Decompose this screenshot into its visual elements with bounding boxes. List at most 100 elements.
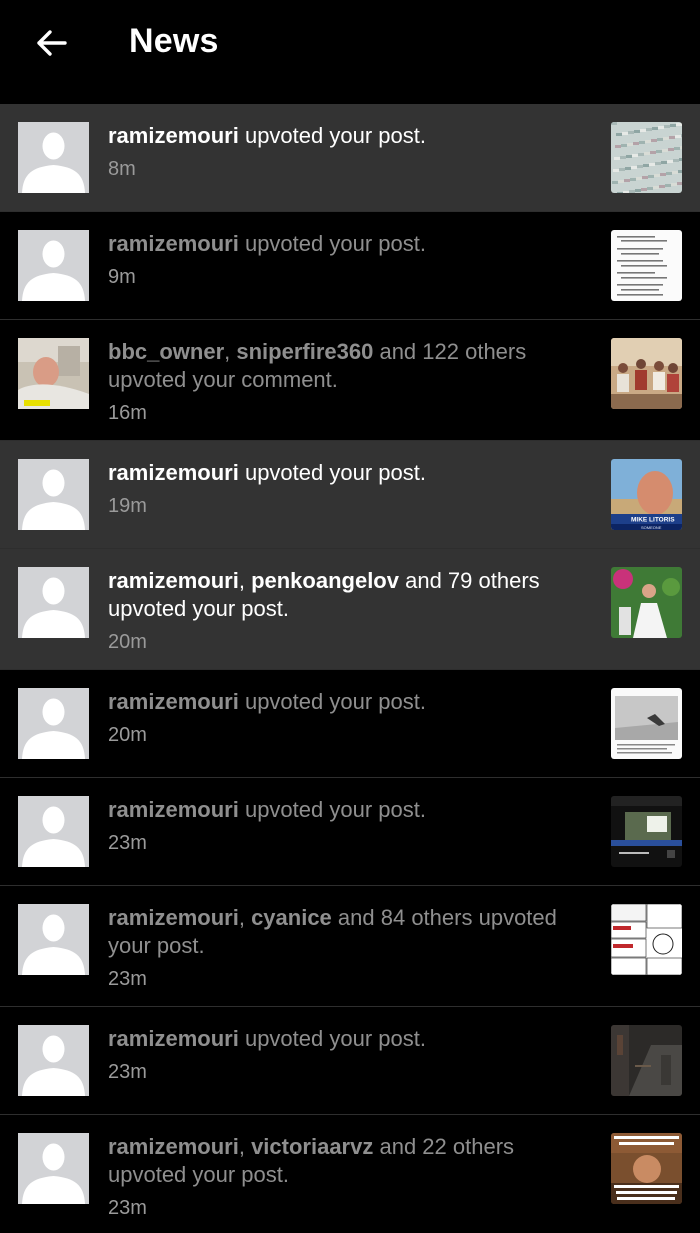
post-thumbnail[interactable] <box>611 1133 682 1204</box>
post-thumbnail-container[interactable] <box>611 904 682 975</box>
timestamp: 16m <box>108 402 147 424</box>
notification-text: ramizemouri upvoted your post. <box>108 230 578 258</box>
avatar[interactable] <box>18 796 89 867</box>
username[interactable]: ramizemouri <box>108 1026 239 1051</box>
action-text: upvoted your post. <box>108 1162 290 1187</box>
notification-row[interactable]: ramizemouri upvoted your post. 20m <box>0 670 700 778</box>
notification-text: ramizemouri upvoted your post. <box>108 688 578 716</box>
username[interactable]: ramizemouri <box>108 797 239 822</box>
timestamp: 20m <box>108 631 147 653</box>
post-thumbnail[interactable] <box>611 338 682 409</box>
action-text: upvoted your post. <box>244 797 426 822</box>
notification-row[interactable]: ramizemouri upvoted your post. 9m <box>0 212 700 320</box>
post-thumbnail-container[interactable] <box>611 1025 682 1096</box>
post-thumbnail-container[interactable] <box>611 796 682 867</box>
default-avatar-icon <box>18 688 89 759</box>
avatar[interactable] <box>18 688 89 759</box>
post-thumbnail[interactable] <box>611 1025 682 1096</box>
notification-content: ramizemouri upvoted your post. 9m <box>108 230 578 291</box>
notification-text: ramizemouri, cyanice and 84 others upvot… <box>108 905 557 958</box>
notification-text: ramizemouri, penkoangelov and 79 others … <box>108 568 540 621</box>
post-thumbnail[interactable] <box>611 230 682 301</box>
notification-content: ramizemouri upvoted your post. 8m <box>108 122 578 183</box>
timestamp: 19m <box>108 495 147 517</box>
post-thumbnail[interactable] <box>611 688 682 759</box>
post-thumbnail-container[interactable] <box>611 122 682 193</box>
notification-row[interactable]: ramizemouri, cyanice and 84 others upvot… <box>0 886 700 1007</box>
notification-content: ramizemouri, penkoangelov and 79 others … <box>108 567 578 656</box>
thumb-subcaption: SOMEONE <box>641 525 662 530</box>
post-thumbnail[interactable] <box>611 904 682 975</box>
notification-row[interactable]: ramizemouri upvoted your post. 8m <box>0 104 700 212</box>
notification-row[interactable]: ramizemouri, victoriaarvz and 22 others … <box>0 1115 700 1233</box>
post-thumbnail-container[interactable] <box>611 688 682 759</box>
avatar[interactable] <box>18 122 89 193</box>
username[interactable]: ramizemouri <box>108 568 239 593</box>
user-photo-icon <box>18 338 89 409</box>
timestamp: 23m <box>108 968 147 990</box>
action-text: upvoted your post. <box>244 123 426 148</box>
notification-text: ramizemouri, victoriaarvz and 22 others … <box>108 1134 515 1187</box>
action-text: upvoted your post. <box>244 231 426 256</box>
avatar[interactable] <box>18 459 89 530</box>
notification-row[interactable]: ramizemouri upvoted your post. 19m MIKE LI… <box>0 441 700 549</box>
notification-list: ramizemouri upvoted your post. 8m ramizemo… <box>0 104 700 1233</box>
default-avatar-icon <box>18 1025 89 1096</box>
post-thumbnail[interactable]: MIKE LITORISSOMEONE <box>611 459 682 530</box>
avatar[interactable] <box>18 1133 89 1204</box>
default-avatar-icon <box>18 122 89 193</box>
timestamp: 9m <box>108 266 136 288</box>
notification-content: ramizemouri, cyanice and 84 others upvot… <box>108 904 578 993</box>
action-text: upvoted your post. <box>244 1026 426 1051</box>
notification-text: ramizemouri upvoted your post. <box>108 1025 578 1053</box>
timestamp: 23m <box>108 1061 147 1083</box>
timestamp: 20m <box>108 724 147 746</box>
notification-row[interactable]: ramizemouri, penkoangelov and 79 others … <box>0 549 700 670</box>
username[interactable]: bbc_owner <box>108 339 224 364</box>
notification-row[interactable]: ramizemouri upvoted your post. 23m <box>0 1007 700 1115</box>
username[interactable]: ramizemouri <box>108 231 239 256</box>
notification-content: ramizemouri upvoted your post. 23m <box>108 1025 578 1086</box>
post-thumbnail-container[interactable]: MIKE LITORIS SOMEONE <box>611 459 682 530</box>
default-avatar-icon <box>18 230 89 301</box>
thumb-caption: MIKE LITORIS <box>631 517 675 524</box>
timestamp: 23m <box>108 1197 147 1219</box>
page-title: News <box>129 22 219 60</box>
avatar[interactable] <box>18 338 89 409</box>
post-thumbnail-container[interactable] <box>611 338 682 409</box>
notification-text: bbc_owner, sniperfire360 and 122 others … <box>108 339 527 392</box>
avatar[interactable] <box>18 1025 89 1096</box>
post-thumbnail-container[interactable] <box>611 1133 682 1204</box>
back-arrow-icon <box>37 30 67 56</box>
username[interactable]: cyanice <box>251 905 332 930</box>
username[interactable]: ramizemouri <box>108 1134 239 1159</box>
notification-content: ramizemouri upvoted your post. 20m <box>108 688 578 749</box>
post-thumbnail[interactable] <box>611 796 682 867</box>
notification-text: ramizemouri upvoted your post. <box>108 459 578 487</box>
timestamp: 23m <box>108 832 147 854</box>
username[interactable]: penkoangelov <box>251 568 399 593</box>
username[interactable]: ramizemouri <box>108 689 239 714</box>
post-thumbnail[interactable] <box>611 122 682 193</box>
avatar[interactable] <box>18 230 89 301</box>
notification-content: ramizemouri, victoriaarvz and 22 others … <box>108 1133 578 1222</box>
username[interactable]: ramizemouri <box>108 905 239 930</box>
others-count: 79 others <box>447 568 540 593</box>
back-button[interactable] <box>28 20 74 66</box>
action-text: upvoted your post. <box>108 596 290 621</box>
post-thumbnail-container[interactable] <box>611 567 682 638</box>
post-thumbnail[interactable] <box>611 567 682 638</box>
username[interactable]: ramizemouri <box>108 460 239 485</box>
username[interactable]: ramizemouri <box>108 123 239 148</box>
post-thumbnail-container[interactable] <box>611 230 682 301</box>
default-avatar-icon <box>18 796 89 867</box>
avatar[interactable] <box>18 904 89 975</box>
avatar[interactable] <box>18 567 89 638</box>
username[interactable]: victoriaarvz <box>251 1134 373 1159</box>
default-avatar-icon <box>18 567 89 638</box>
notification-content: ramizemouri upvoted your post. 23m <box>108 796 578 857</box>
notification-row[interactable]: ramizemouri upvoted your post. 23m <box>0 778 700 886</box>
username[interactable]: sniperfire360 <box>236 339 373 364</box>
others-count: 22 others <box>422 1134 515 1159</box>
notification-row[interactable]: bbc_owner, sniperfire360 and 122 others … <box>0 320 700 441</box>
